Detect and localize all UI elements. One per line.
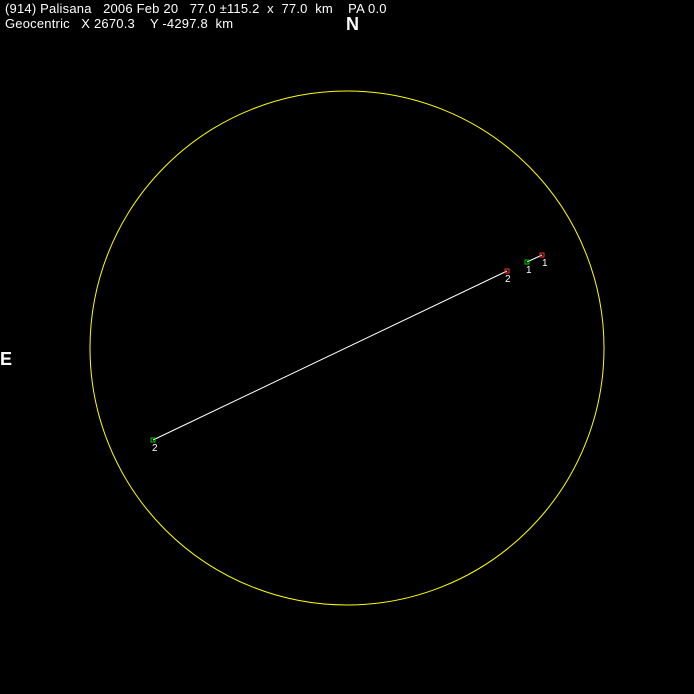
chord-1-reappear-label: 1 — [526, 265, 532, 276]
chord-2-disappear-label: 2 — [505, 274, 511, 285]
chord-1: 1 1 — [524, 252, 548, 276]
chord-2-reappear-label: 2 — [152, 443, 158, 454]
chord-1-disappear-label: 1 — [542, 258, 548, 269]
occultation-plot: 1 1 2 2 — [89, 90, 605, 606]
chord-2: 2 2 — [150, 268, 511, 454]
chord-2-line — [152, 270, 508, 441]
asteroid-outline-ellipse — [89, 90, 605, 606]
